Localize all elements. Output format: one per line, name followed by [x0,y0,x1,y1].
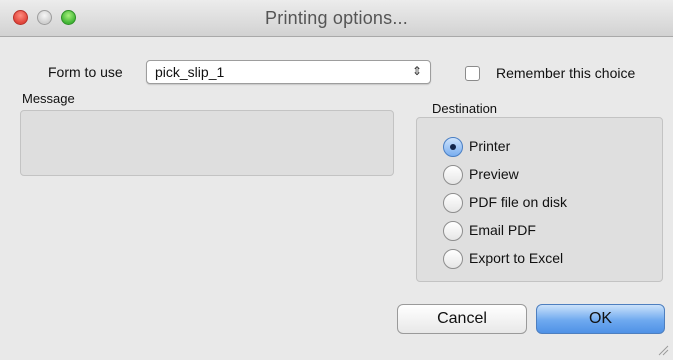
printer-radio[interactable] [443,137,463,157]
cancel-button[interactable]: Cancel [397,304,527,334]
message-field[interactable] [20,110,394,176]
select-arrows-icon: ⇕ [411,64,422,78]
ok-button[interactable]: OK [536,304,665,334]
email-pdf-radio-label: Email PDF [469,222,536,238]
message-label: Message [22,91,75,106]
remember-choice-label[interactable]: Remember this choice [496,65,635,81]
form-to-use-label: Form to use [48,64,123,80]
form-select[interactable]: pick_slip_1 ⇕ [146,60,431,84]
form-select-value: pick_slip_1 [155,64,225,80]
pdf-file-radio-label: PDF file on disk [469,194,568,210]
window-title: Printing options... [265,8,408,28]
destination-label: Destination [432,101,498,116]
remember-choice-checkbox[interactable] [465,66,480,81]
export-excel-radio-label: Export to Excel [469,250,564,266]
export-excel-radio[interactable] [443,249,463,269]
title-bar: Printing options... [0,0,673,37]
preview-radio[interactable] [443,165,463,185]
resize-grip-icon[interactable] [657,344,669,356]
pdf-file-radio[interactable] [443,193,463,213]
preview-radio-label: Preview [469,166,519,182]
email-pdf-radio[interactable] [443,221,463,241]
printer-radio-label: Printer [469,138,511,154]
